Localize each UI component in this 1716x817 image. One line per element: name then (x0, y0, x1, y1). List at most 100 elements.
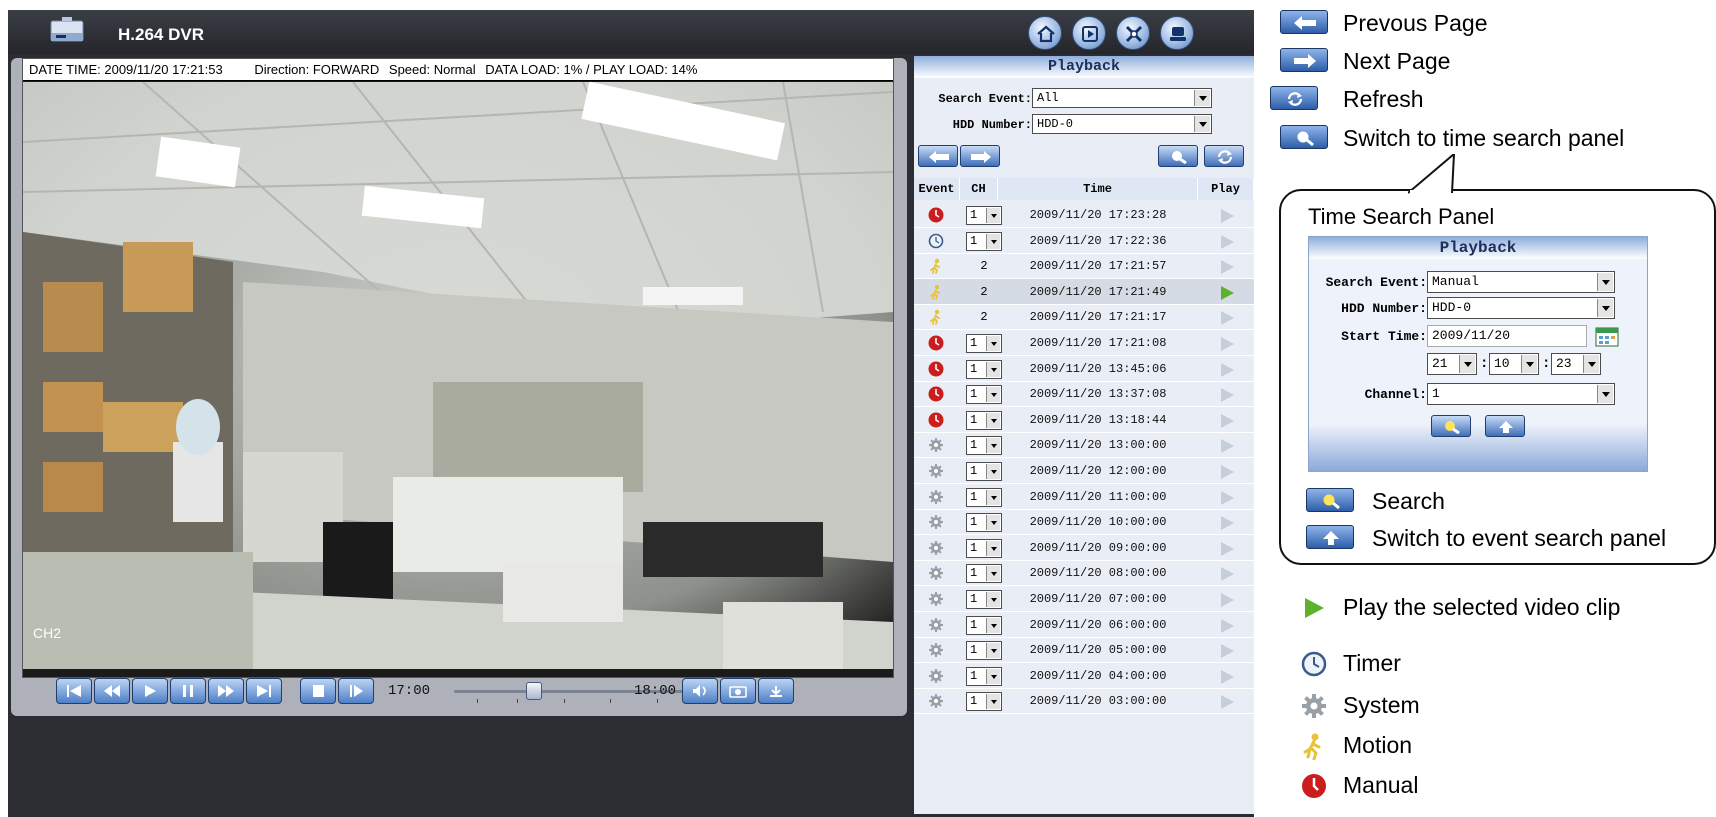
play-clip-button[interactable] (1221, 234, 1234, 249)
network-button[interactable] (1160, 16, 1194, 50)
play-clip-button[interactable] (1221, 439, 1234, 454)
channel-select[interactable]: 1 (966, 385, 1002, 405)
play-clip-button[interactable] (1221, 618, 1234, 633)
event-row[interactable]: 1 2009/11/20 08:00:00 (914, 560, 1254, 587)
rewind-button[interactable] (94, 678, 130, 704)
tools-button[interactable] (1116, 16, 1150, 50)
audio-button[interactable] (682, 678, 718, 704)
event-row[interactable]: 1 2009/11/20 11:00:00 (914, 484, 1254, 510)
ts-second-select[interactable]: 23 (1551, 353, 1601, 375)
channel-select[interactable]: 1 (966, 359, 1002, 379)
event-row[interactable]: 1 2009/11/20 07:00:00 (914, 586, 1254, 612)
snapshot-button[interactable] (720, 678, 756, 704)
stop-button[interactable] (300, 678, 336, 704)
ts-search-event-select[interactable]: Manual (1427, 271, 1615, 293)
ts-hdd-select[interactable]: HDD-0 (1427, 297, 1615, 319)
event-row[interactable]: 1 2009/11/20 09:00:00 (914, 535, 1254, 561)
timeline-tick (564, 699, 565, 703)
play-clip-button[interactable] (1221, 388, 1234, 403)
ts-search-button[interactable] (1431, 415, 1471, 437)
play-clip-button[interactable] (1221, 490, 1234, 505)
event-time: 2009/11/20 07:00:00 (1029, 592, 1167, 606)
event-row[interactable]: 1 2009/11/20 13:18:44 (914, 407, 1254, 433)
skip-end-button[interactable] (246, 678, 282, 704)
play-clip-button[interactable] (1221, 669, 1234, 684)
play-clip-button[interactable] (1221, 260, 1234, 275)
channel-select[interactable]: 1 (966, 615, 1002, 635)
channel-select[interactable]: 1 (966, 564, 1002, 584)
record-button[interactable] (1072, 16, 1106, 50)
event-time: 2009/11/20 10:00:00 (1029, 515, 1167, 530)
play-clip-button[interactable] (1221, 541, 1234, 556)
ts-channel-select[interactable]: 1 (1427, 383, 1615, 405)
play-clip-button[interactable] (1221, 337, 1234, 351)
fast-forward-button[interactable] (208, 678, 244, 704)
play-clip-button[interactable] (1221, 567, 1234, 582)
app-title: H.264 DVR (118, 25, 204, 44)
play-clip-button[interactable] (1221, 516, 1234, 531)
previous-page-button[interactable] (918, 145, 958, 167)
play-button[interactable] (132, 678, 168, 704)
event-row[interactable]: 1 2009/11/20 10:00:00 (914, 509, 1254, 536)
refresh-button[interactable] (1204, 145, 1244, 167)
step-forward-button[interactable] (338, 678, 374, 704)
play-clip-button[interactable] (1221, 465, 1234, 479)
next-page-button[interactable] (960, 145, 1000, 167)
channel-select[interactable]: 1 (966, 231, 1002, 251)
play-clip-button[interactable] (1221, 644, 1234, 659)
event-row[interactable]: 1 2009/11/20 03:00:00 (914, 688, 1254, 715)
event-row[interactable]: 1 2009/11/20 17:21:08 (914, 330, 1254, 356)
event-row[interactable]: 1 2009/11/20 13:00:00 (914, 432, 1254, 459)
time-separator: : (1542, 356, 1551, 372)
hdd-number-select[interactable]: HDD-0 (1032, 114, 1212, 134)
ts-hour-select[interactable]: 21 (1427, 353, 1477, 375)
event-row[interactable]: 1 2009/11/20 13:37:08 (914, 381, 1254, 408)
play-clip-button[interactable] (1221, 593, 1234, 607)
ts-start-date-field[interactable]: 2009/11/20 (1427, 325, 1587, 347)
channel-select[interactable]: 1 (966, 462, 1002, 481)
legend-refresh-text: Refresh (1343, 86, 1424, 112)
event-row[interactable]: 1 2009/11/20 06:00:00 (914, 612, 1254, 638)
ts-minute-select[interactable]: 10 (1489, 353, 1539, 375)
play-clip-button[interactable] (1221, 311, 1234, 326)
channel-select[interactable]: 1 (966, 487, 1002, 507)
play-clip-button[interactable] (1221, 413, 1234, 428)
event-row[interactable]: 1 2009/11/20 13:45:06 (914, 356, 1254, 382)
event-row[interactable]: 1 2009/11/20 17:23:28 (914, 202, 1254, 228)
timeline-slider-thumb[interactable] (525, 682, 542, 700)
event-row[interactable]: 2 2009/11/20 17:21:17 (914, 304, 1254, 331)
ts-event-search-button[interactable] (1485, 415, 1525, 437)
calendar-icon[interactable] (1595, 327, 1619, 347)
channel-select[interactable]: 1 (966, 513, 1002, 533)
channel-select[interactable]: 1 (966, 334, 1002, 353)
event-row[interactable]: 1 2009/11/20 17:22:36 (914, 228, 1254, 254)
channel-select[interactable]: 1 (966, 206, 1002, 225)
channel-select[interactable]: 1 (966, 538, 1002, 558)
event-row[interactable]: 1 2009/11/20 12:00:00 (914, 458, 1254, 484)
event-row[interactable]: 1 2009/11/20 05:00:00 (914, 637, 1254, 664)
search-event-select[interactable]: All (1032, 88, 1212, 108)
play-clip-button[interactable] (1221, 362, 1234, 377)
time-search-button[interactable] (1158, 145, 1198, 167)
skip-start-button[interactable] (56, 678, 92, 704)
event-row[interactable]: 2 2009/11/20 17:21:57 (914, 253, 1254, 280)
playback-controls: 17:00 18:00 (22, 678, 894, 706)
home-button[interactable] (1028, 16, 1062, 50)
play-clip-button[interactable] (1221, 209, 1234, 223)
magnifier-icon (1297, 131, 1314, 146)
channel-select[interactable]: 1 (966, 666, 1002, 686)
event-row[interactable]: 2 2009/11/20 17:21:49 (914, 278, 1254, 305)
play-clip-button[interactable] (1221, 695, 1234, 710)
channel-select[interactable]: 1 (966, 590, 1002, 609)
channel-select[interactable]: 1 (966, 410, 1002, 430)
play-clip-button[interactable] (1221, 285, 1234, 300)
stop-icon (313, 685, 324, 697)
channel-select[interactable]: 1 (966, 641, 1002, 661)
event-row[interactable]: 1 2009/11/20 04:00:00 (914, 663, 1254, 689)
backup-button[interactable] (758, 678, 794, 704)
channel-select[interactable]: 1 (966, 436, 1002, 456)
chevron-down-icon (1597, 299, 1613, 317)
playback-panel: Playback Search Event: All HDD Number: H… (914, 56, 1254, 814)
channel-select[interactable]: 1 (966, 692, 1002, 712)
pause-button[interactable] (170, 678, 206, 704)
